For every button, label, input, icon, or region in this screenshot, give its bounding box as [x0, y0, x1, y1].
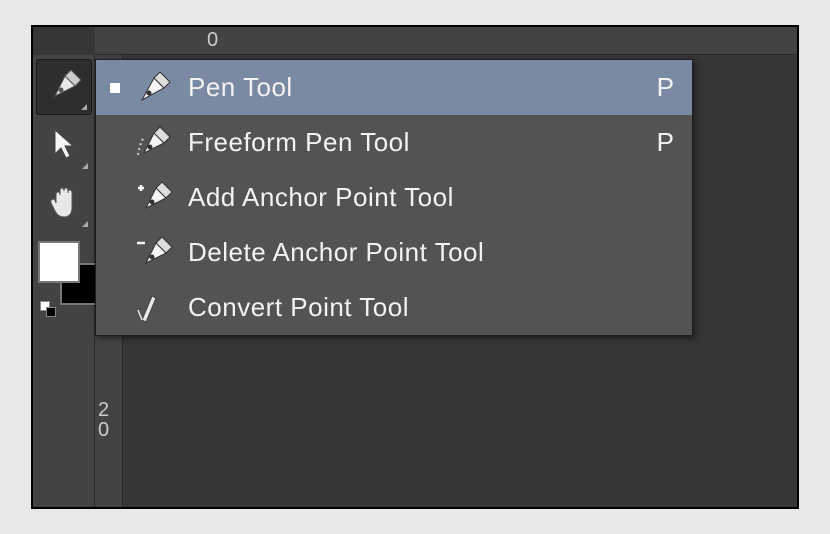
selected-marker-spacer — [110, 193, 120, 203]
menu-item-label: Freeform Pen Tool — [188, 127, 643, 158]
toolbar — [33, 55, 95, 507]
color-swatches[interactable] — [36, 241, 92, 311]
menu-item-label: Add Anchor Point Tool — [188, 182, 660, 213]
arrow-cursor-icon — [49, 128, 79, 162]
menu-item-delete-anchor-point-tool[interactable]: Delete Anchor Point Tool — [96, 225, 692, 280]
menu-item-label: Pen Tool — [188, 72, 643, 103]
delete-anchor-icon — [134, 233, 174, 273]
convert-point-icon — [134, 288, 174, 328]
flyout-indicator-icon — [82, 163, 88, 169]
ruler-tick-label: 2 — [98, 400, 109, 420]
menu-item-shortcut: P — [657, 127, 674, 158]
foreground-color-swatch[interactable] — [38, 241, 80, 283]
flyout-indicator-icon — [82, 221, 88, 227]
menu-item-pen-tool[interactable]: Pen Tool P — [96, 60, 692, 115]
menu-item-add-anchor-point-tool[interactable]: Add Anchor Point Tool — [96, 170, 692, 225]
ruler-tick-label: 0 — [98, 420, 109, 440]
hand-tool-button[interactable] — [36, 175, 92, 231]
menu-item-convert-point-tool[interactable]: Convert Point Tool — [96, 280, 692, 335]
freeform-pen-icon — [134, 123, 174, 163]
selected-marker-spacer — [110, 138, 120, 148]
ruler-tick-label: 0 — [207, 29, 218, 52]
pen-icon — [134, 68, 174, 108]
menu-item-label: Convert Point Tool — [188, 292, 660, 323]
add-anchor-icon — [134, 178, 174, 218]
pen-icon — [47, 70, 81, 104]
selected-marker-spacer — [110, 303, 120, 313]
ruler-horizontal: 0 — [95, 27, 797, 55]
default-colors-icon[interactable] — [40, 301, 58, 319]
selected-marker-icon — [110, 83, 120, 93]
menu-item-freeform-pen-tool[interactable]: Freeform Pen Tool P — [96, 115, 692, 170]
pen-tool-button[interactable] — [36, 59, 92, 115]
direct-selection-tool-button[interactable] — [36, 117, 92, 173]
menu-item-shortcut: P — [657, 72, 674, 103]
pen-tool-flyout-menu: Pen Tool P Freeform Pen Tool P — [95, 59, 693, 336]
menu-item-label: Delete Anchor Point Tool — [188, 237, 660, 268]
flyout-indicator-icon — [81, 104, 87, 110]
selected-marker-spacer — [110, 248, 120, 258]
app-window: 0 2 0 — [31, 25, 799, 509]
hand-icon — [46, 185, 82, 221]
